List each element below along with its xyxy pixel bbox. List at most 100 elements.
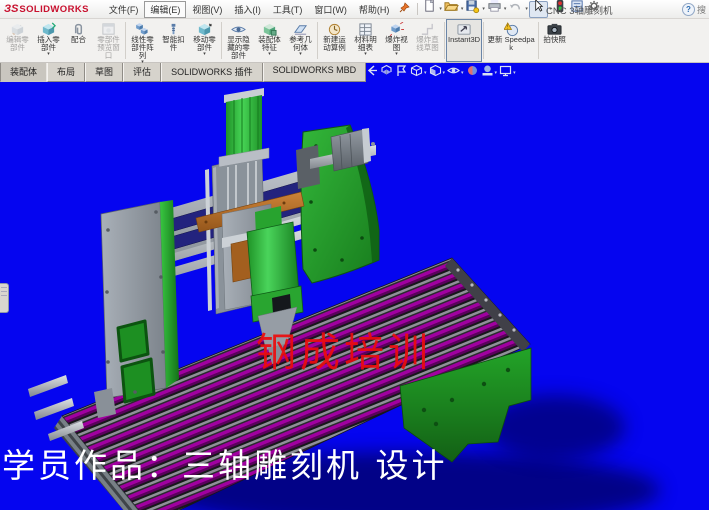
ribbon-button-insert-component[interactable]: 插入零部件▾ [33,19,64,62]
previous-view-button[interactable] [365,64,378,82]
section-view-button[interactable] [380,64,393,82]
ribbon-button-label: 配合 [71,36,86,44]
bill-of-materials-icon [358,22,373,36]
select-arrow-icon [531,0,546,19]
ribbon-button-assembly-features[interactable]: 装配体特征▾ [254,19,285,62]
ribbon-button-label: 参考几何体 [287,36,314,52]
annotation-view-icon [395,64,408,82]
hide-show-components-icon [231,22,246,36]
dropdown-caret-icon[interactable]: ▾ [268,52,271,57]
display-style-icon [429,64,442,82]
ribbon-button-label: 编辑零部件 [4,36,31,52]
ribbon-button-bill-of-materials[interactable]: 材料明细表▾ [350,19,381,62]
ribbon-group: 线性零部件阵列▾智能扣件移动零部件▾ [127,19,220,62]
dropdown-caret-icon[interactable]: ▾ [203,52,206,57]
command-ribbon: 编辑零部件插入零部件▾配合零部件预览窗口线性零部件阵列▾智能扣件移动零部件▾显示… [0,19,709,63]
display-style-button[interactable]: ▾ [429,64,446,82]
dropdown-caret-icon[interactable]: ▾ [513,70,516,76]
edit-appearance-button[interactable] [466,64,479,82]
undo-button [507,2,524,17]
dropdown-caret-icon[interactable]: ▾ [482,6,485,12]
menu-工具T[interactable]: 工具(T) [267,1,309,18]
mate-icon [71,22,86,36]
save-icon [465,0,480,19]
ribbon-button-motion-study[interactable]: 新建运动算例 [319,19,350,62]
dropdown-caret-icon[interactable]: ▾ [47,52,50,57]
apply-scene-icon [481,64,494,82]
feature-panel-collapsed-tab[interactable] [0,283,9,313]
dropdown-caret-icon[interactable]: ▾ [395,52,398,57]
menu-插入I[interactable]: 插入(I) [228,1,267,18]
dropdown-caret-icon[interactable]: ▾ [141,60,144,65]
ribbon-group-separator [125,22,126,59]
dropdown-caret-icon[interactable]: ▾ [443,70,446,76]
ribbon-button-move-component[interactable]: 移动零部件▾ [189,19,220,62]
ribbon-button-label: 更新 Speedpak [487,36,535,52]
ribbon-button-linear-pattern[interactable]: 线性零部件阵列▾ [127,19,158,62]
reference-geometry-icon [293,22,308,36]
motion-study-icon [327,22,342,36]
dropdown-caret-icon[interactable]: ▾ [439,6,442,12]
tab-布局[interactable]: 布局 [47,62,85,82]
brand-name: SOLIDWORKS [19,4,88,15]
menu-编辑E[interactable]: 编辑(E) [144,1,186,18]
linear-pattern-icon [135,22,150,36]
student-work-caption: 学员作品：三轴雕刻机 设计 [2,439,448,487]
dropdown-caret-icon[interactable]: ▾ [504,6,507,12]
dropdown-caret-icon[interactable]: ▾ [424,70,427,76]
ribbon-button-smart-fasteners[interactable]: 智能扣件 [158,19,189,62]
section-view-icon [380,64,393,82]
tab-solidworks-插件[interactable]: SOLIDWORKS 插件 [161,62,263,82]
print-button[interactable] [486,2,503,17]
menu-视图V[interactable]: 视图(V) [186,1,228,18]
ribbon-button-label: Instant3D [448,36,480,44]
ribbon-group: 显示隐藏的零部件装配体特征▾参考几何体▾ [223,19,316,62]
ribbon-button-snapshot[interactable]: 拍快照 [540,19,569,62]
help-area: ? 搜 [682,0,709,18]
view-settings-button[interactable]: ▾ [499,64,516,82]
pin-icon[interactable] [399,0,410,18]
help-icon[interactable]: ? [682,3,695,16]
annotation-view-button[interactable] [395,64,408,82]
tab-solidworks-mbd[interactable]: SOLIDWORKS MBD [263,62,367,82]
previous-view-icon [365,64,378,82]
menu-帮助H[interactable]: 帮助(H) [353,1,396,18]
dropdown-caret-icon[interactable]: ▾ [495,70,498,76]
dropdown-caret-icon[interactable]: ▾ [364,52,367,57]
open-folder-icon [444,0,459,19]
ribbon-group: 拍快照 [540,19,569,62]
snapshot-icon [547,22,562,36]
update-speedpak-icon: ! [504,22,519,36]
ribbon-button-explode-line-sketch: 爆炸直线草图 [412,19,443,62]
toolbar-separator [417,3,418,15]
menu-文件F[interactable]: 文件(F) [103,1,145,18]
dropdown-caret-icon[interactable]: ▾ [299,52,302,57]
open-folder-button[interactable] [443,2,460,17]
dropdown-caret-icon[interactable]: ▾ [525,6,528,12]
menu-窗口W[interactable]: 窗口(W) [308,1,353,18]
new-document-button[interactable] [421,2,438,17]
tab-装配体[interactable]: 装配体 [0,62,47,82]
ribbon-group: Instant3D [446,19,482,62]
solidworks-logo: ЗS SOLIDWORKS [4,3,89,15]
dropdown-caret-icon[interactable]: ▾ [461,6,464,12]
tab-草图[interactable]: 草图 [85,62,123,82]
tab-评估[interactable]: 评估 [123,62,161,82]
hide-show-items-button[interactable]: ▾ [447,64,464,82]
view-orientation-button[interactable]: ▾ [410,64,427,82]
ribbon-button-exploded-view[interactable]: 爆炸视图▾ [381,19,412,62]
ribbon-button-instant3d[interactable]: Instant3D [446,19,482,62]
title-bar: ЗS SOLIDWORKS 文件(F)编辑(E)视图(V)插入(I)工具(T)窗… [0,0,709,19]
ribbon-group-separator [483,22,484,59]
ribbon-button-reference-geometry[interactable]: 参考几何体▾ [285,19,316,62]
ribbon-button-mate[interactable]: 配合 [64,19,93,62]
apply-scene-button[interactable]: ▾ [481,64,498,82]
ribbon-button-label: 插入零部件 [35,36,62,52]
save-button[interactable] [464,2,481,17]
dropdown-caret-icon[interactable]: ▾ [461,70,464,76]
smart-fasteners-icon [166,22,181,36]
graphics-viewport[interactable]: 装配体布局草图评估SOLIDWORKS 插件SOLIDWORKS MBD ▾ ▾ ▾… [0,62,709,510]
ribbon-button-update-speedpak[interactable]: !更新 Speedpak [485,19,537,62]
ribbon-group: !更新 Speedpak [485,19,537,62]
ribbon-button-hide-show-components[interactable]: 显示隐藏的零部件 [223,19,254,62]
